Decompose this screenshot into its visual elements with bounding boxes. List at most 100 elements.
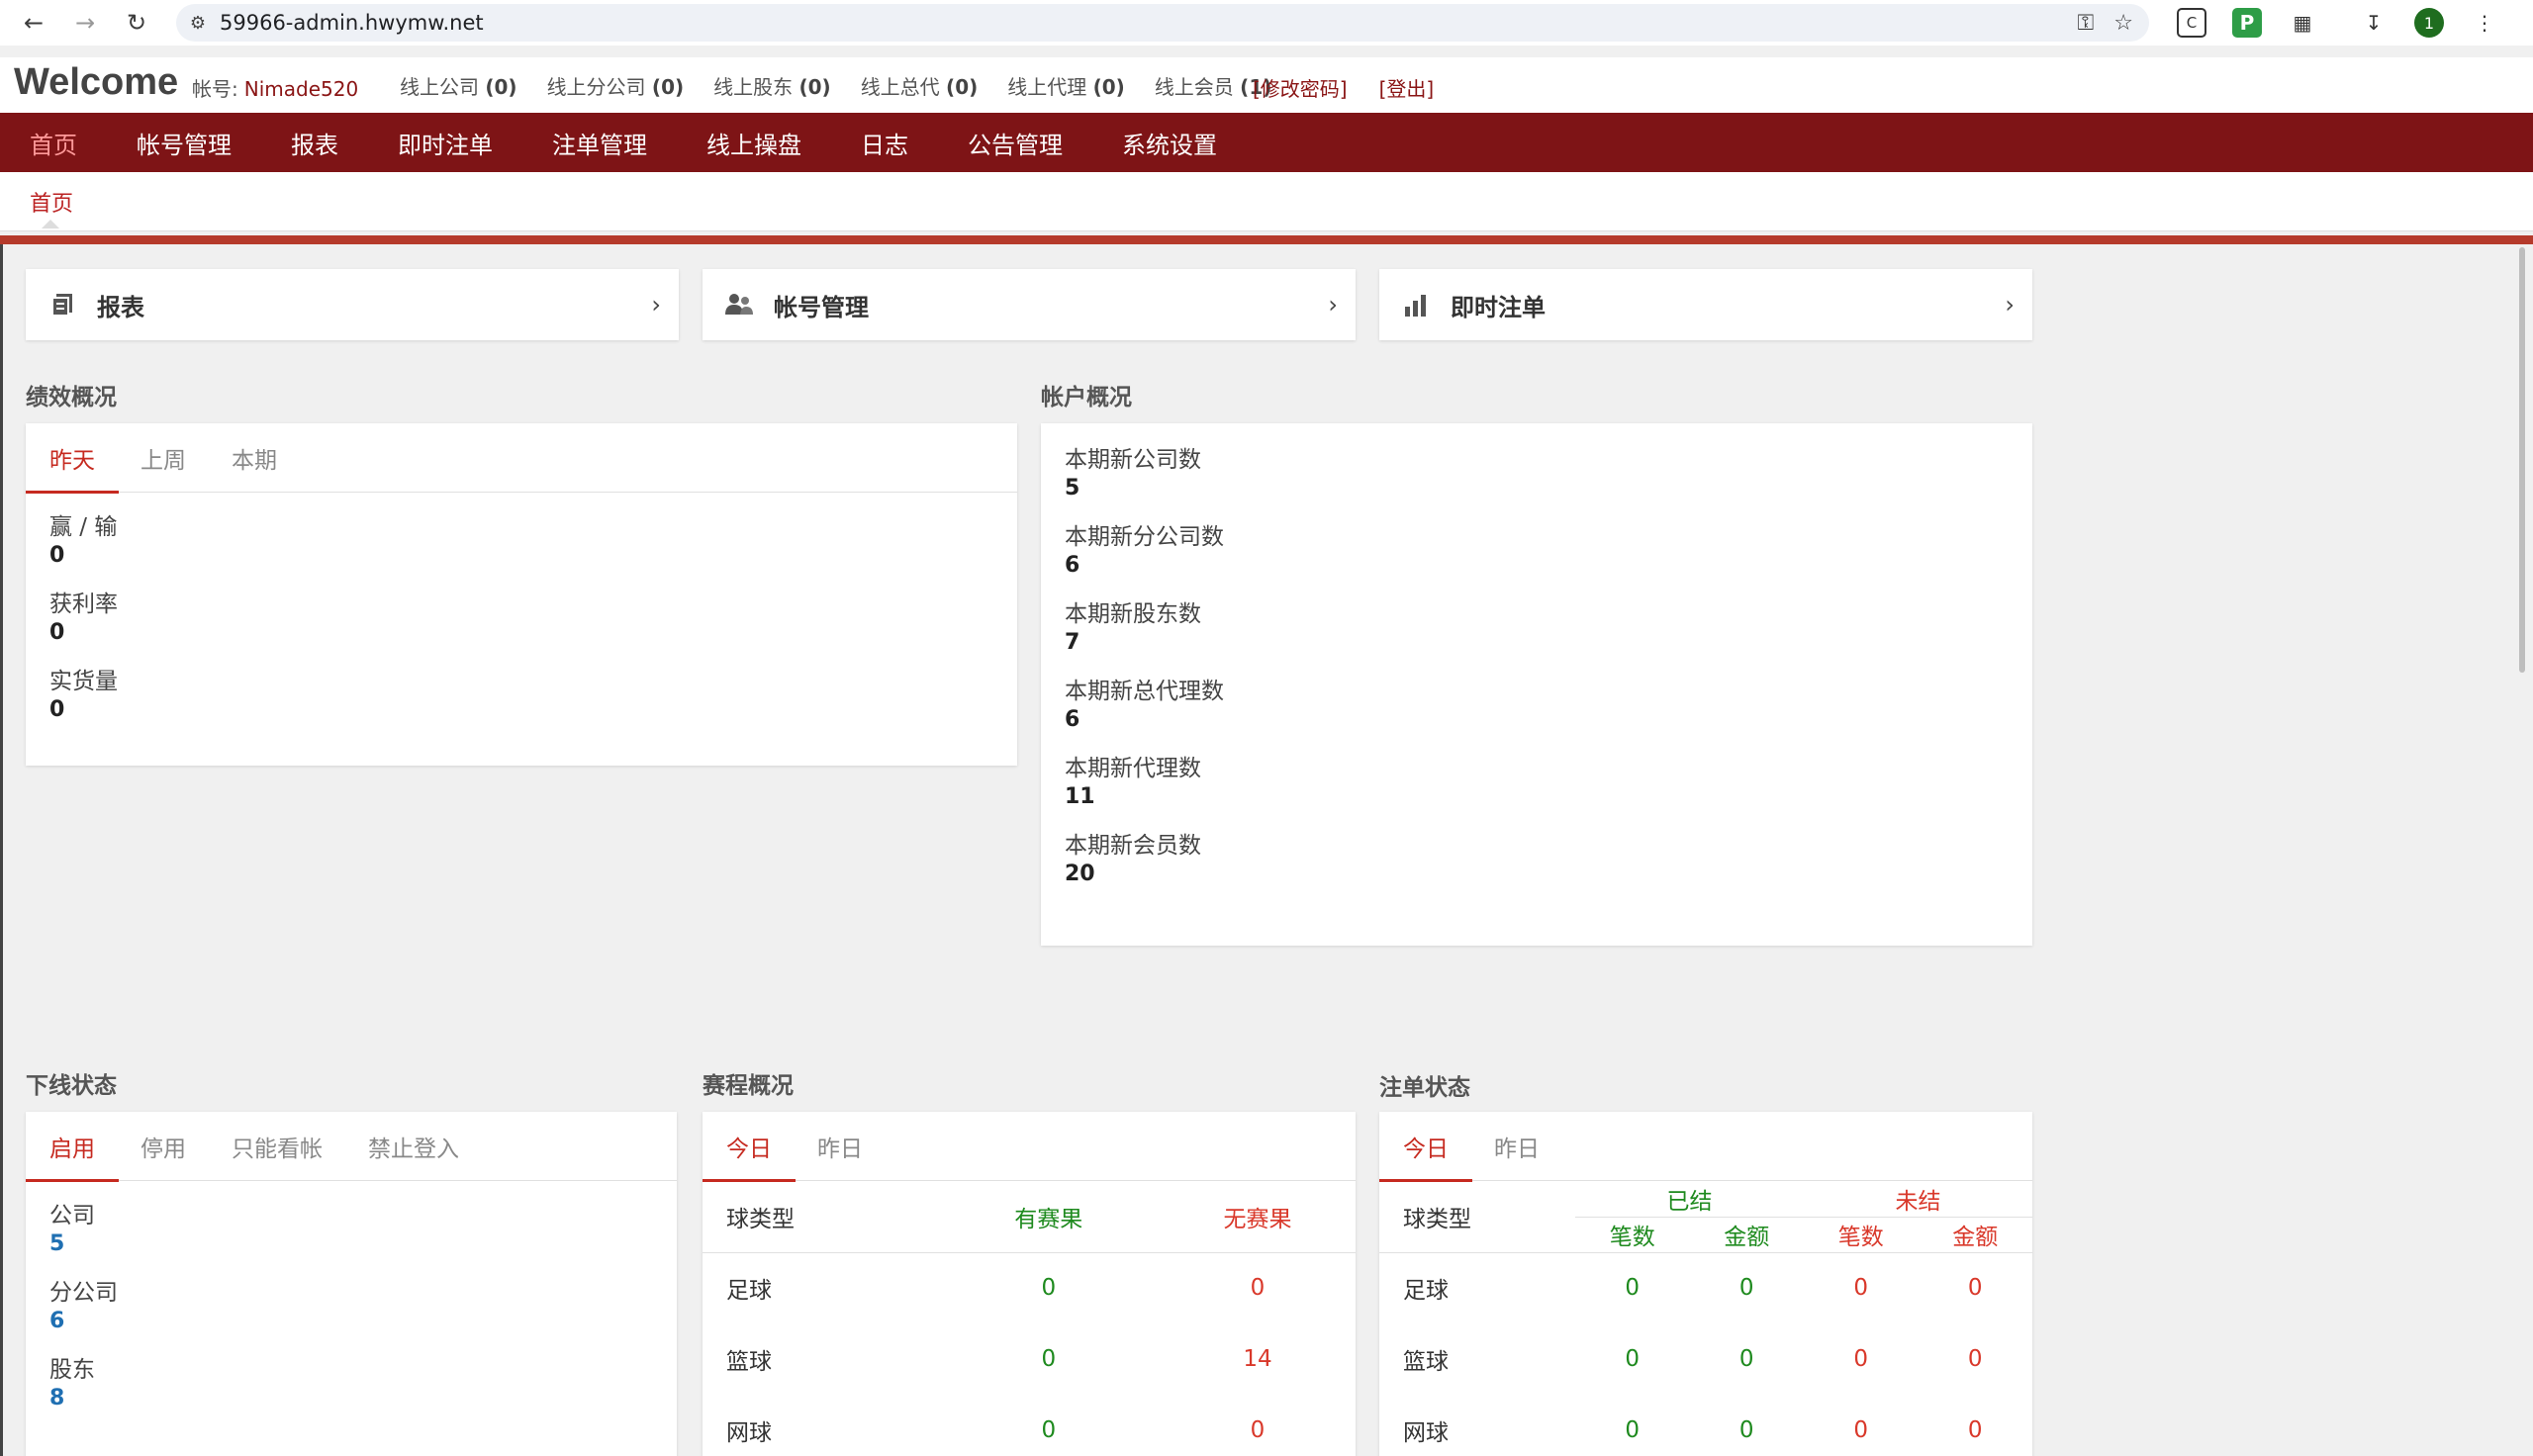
with-result-cell: 0 (1041, 1275, 1057, 1302)
unsettled-amount-cell: 0 (1967, 1417, 1983, 1443)
new-shareholders-label: 本期新股东数 (1065, 601, 1201, 627)
chevron-right-icon: › (1328, 291, 1338, 318)
performance-tabs: 昨天 上周 本期 (26, 423, 1017, 494)
downline-company-value[interactable]: 5 (49, 1230, 677, 1258)
settled-count-cell: 0 (1625, 1346, 1641, 1372)
site-settings-icon[interactable]: ⚙ (176, 13, 220, 34)
with-result-cell: 0 (1041, 1346, 1057, 1372)
menu-announcements[interactable]: 公告管理 (938, 113, 1092, 172)
col-sport-type: 球类型 (1379, 1181, 1575, 1253)
menu-kebab-icon[interactable]: ⋮ (2470, 8, 2499, 38)
downline-item: 分公司 6 (49, 1278, 677, 1335)
downline-subcompany-value[interactable]: 6 (49, 1308, 677, 1335)
document-icon (47, 292, 77, 318)
new-members-label: 本期新会员数 (1065, 833, 1201, 859)
password-key-icon[interactable]: ⚿ (2078, 11, 2095, 36)
tab-login-banned[interactable]: 禁止登入 (368, 1112, 459, 1181)
online-stats: 线上公司 (0) 线上分公司 (0) 线上股东 (0) 线上总代 (0) 线上代… (400, 71, 1271, 100)
col-unsettled: 未结 (1804, 1181, 2032, 1218)
performance-item: 赢 / 输 0 (49, 512, 1017, 570)
downline-title: 下线状态 (26, 1073, 117, 1099)
online-agent-link[interactable]: 线上代理 (0) (1007, 71, 1125, 100)
table-row: 足球 0 0 0 0 (1379, 1252, 2032, 1323)
new-subcompanies-label: 本期新分公司数 (1065, 524, 1224, 550)
quick-nav-live-bets[interactable]: 即时注单 › (1379, 269, 2032, 340)
quick-nav-reports[interactable]: 报表 › (26, 269, 679, 340)
schedule-panel: 今日 昨日 球类型 有赛果 无赛果 足球 0 0 篮球 0 14 网球 0 0 (703, 1112, 1356, 1456)
sport-cell: 网球 (1403, 1420, 1449, 1446)
menu-logs[interactable]: 日志 (831, 113, 938, 172)
accounts-title: 帐户概况 (1041, 385, 1132, 410)
page-scrollbar[interactable] (2519, 247, 2525, 673)
online-subcompany-link[interactable]: 线上分公司 (0) (547, 71, 685, 100)
bets-tabs: 今日 昨日 (1379, 1112, 2032, 1182)
settled-amount-cell: 0 (1738, 1346, 1754, 1372)
reload-icon[interactable]: ↻ (111, 0, 162, 46)
downline-shareholder-value[interactable]: 8 (49, 1385, 677, 1412)
back-icon[interactable]: ← (8, 0, 59, 46)
menu-reports[interactable]: 报表 (261, 113, 368, 172)
settled-count-cell: 0 (1625, 1417, 1641, 1443)
col-sport-type: 球类型 (726, 1206, 795, 1232)
sport-cell: 篮球 (1403, 1349, 1449, 1375)
new-general-agents-label: 本期新总代理数 (1065, 679, 1224, 704)
col-with-result: 有赛果 (1014, 1206, 1083, 1232)
main-menu: 首页 帐号管理 报表 即时注单 注单管理 线上操盘 日志 公告管理 系统设置 (0, 113, 2533, 172)
table-header-row: 球类型 有赛果 无赛果 (703, 1181, 1356, 1252)
forward-icon[interactable]: → (59, 0, 111, 46)
tab-this-period[interactable]: 本期 (232, 423, 277, 493)
menu-live-bets[interactable]: 即时注单 (368, 113, 522, 172)
menu-home[interactable]: 首页 (0, 113, 107, 172)
performance-title: 绩效概况 (26, 385, 117, 410)
tab-last-week[interactable]: 上周 (141, 423, 186, 493)
col-unsettled-amount: 金额 (1952, 1225, 1999, 1250)
logout-link[interactable]: [登出] (1379, 73, 1435, 102)
accounts-panel: 本期新公司数 5 本期新分公司数 6 本期新股东数 7 本期新总代理数 6 本期… (1041, 423, 2032, 946)
tab-yesterday[interactable]: 昨日 (817, 1112, 863, 1181)
quick-nav-label: 报表 (97, 293, 144, 321)
tab-today[interactable]: 今日 (1379, 1112, 1472, 1182)
tab-yesterday[interactable]: 昨日 (1494, 1112, 1540, 1181)
new-members-value: 20 (1065, 862, 1095, 886)
profile-avatar[interactable]: 1 (2414, 8, 2444, 38)
performance-panel: 昨天 上周 本期 赢 / 输 0 获利率 0 实货量 0 (26, 423, 1017, 766)
online-shareholder-link[interactable]: 线上股东 (0) (713, 71, 831, 100)
menu-bet-management[interactable]: 注单管理 (522, 113, 677, 172)
extensions-puzzle-icon[interactable]: ▦ (2288, 8, 2317, 38)
new-agents-label: 本期新代理数 (1065, 756, 1201, 781)
address-bar[interactable]: ⚙ 59966-admin.hwymw.net ⚿ ☆ (176, 4, 2149, 42)
extension-c-icon[interactable]: C (2177, 8, 2206, 38)
menu-account-management[interactable]: 帐号管理 (107, 113, 261, 172)
quick-nav-label: 即时注单 (1451, 293, 1546, 321)
col-unsettled-count: 笔数 (1837, 1225, 1884, 1250)
tab-disabled[interactable]: 停用 (141, 1112, 186, 1181)
menu-online-trading[interactable]: 线上操盘 (677, 113, 831, 172)
bookmark-star-icon[interactable]: ☆ (2113, 11, 2133, 36)
sport-cell: 足球 (726, 1278, 772, 1305)
profit-rate-value: 0 (49, 620, 65, 645)
menu-system-settings[interactable]: 系统设置 (1092, 113, 1247, 172)
online-general-agent-link[interactable]: 线上总代 (0) (861, 71, 979, 100)
account-stat-item: 本期新分公司数 6 (1065, 522, 2032, 580)
tab-view-only[interactable]: 只能看帐 (232, 1112, 323, 1181)
table-row: 篮球 0 0 0 0 (1379, 1323, 2032, 1395)
win-loss-value: 0 (49, 543, 65, 568)
users-icon (724, 293, 754, 317)
online-company-link[interactable]: 线上公司 (0) (400, 71, 517, 100)
downline-subcompany-label: 分公司 (49, 1280, 118, 1306)
tab-enabled[interactable]: 启用 (26, 1112, 119, 1182)
tab-yesterday[interactable]: 昨天 (26, 423, 119, 494)
download-icon[interactable]: ↧ (2359, 8, 2389, 38)
bets-table: 球类型 已结 未结 笔数 金额 笔数 金额 足球 0 0 0 0 篮球 0 0 … (1379, 1181, 2032, 1456)
performance-item: 实货量 0 (49, 667, 1017, 724)
table-row: 网球 0 0 0 0 (1379, 1395, 2032, 1456)
tab-today[interactable]: 今日 (703, 1112, 796, 1182)
url-text: 59966-admin.hwymw.net (220, 11, 484, 35)
quick-nav-accounts[interactable]: 帐号管理 › (703, 269, 1356, 340)
left-edge-line (0, 244, 3, 1456)
change-password-link[interactable]: [修改密码] (1253, 73, 1348, 102)
extension-green-icon[interactable]: P (2232, 8, 2262, 38)
sub-menu-home[interactable]: 首页 (30, 186, 73, 218)
account-stat-item: 本期新公司数 5 (1065, 445, 2032, 502)
sport-cell: 足球 (1403, 1278, 1449, 1305)
